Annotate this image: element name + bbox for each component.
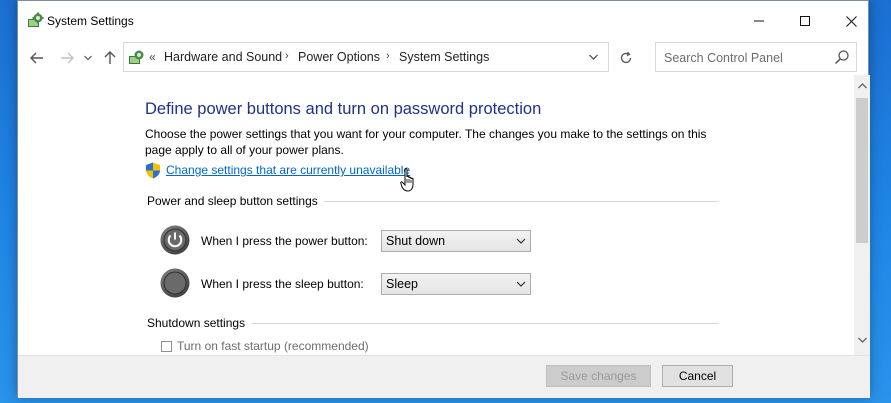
up-arrow-icon — [104, 51, 116, 64]
scroll-down-button[interactable] — [854, 333, 870, 347]
breadcrumb-system-settings[interactable]: System Settings — [399, 50, 489, 64]
maximize-button[interactable] — [782, 1, 828, 41]
scroll-down-arrow-icon — [857, 337, 867, 343]
fast-startup-label: Turn on fast startup (recommended) — [177, 339, 369, 353]
search-box[interactable] — [655, 42, 857, 72]
close-icon — [845, 15, 857, 27]
search-input[interactable] — [662, 48, 831, 68]
breadcrumb-power-options[interactable]: Power Options — [298, 50, 380, 64]
maximize-icon — [800, 16, 810, 26]
vertical-scrollbar[interactable] — [854, 75, 870, 355]
back-button[interactable] — [28, 49, 46, 67]
navigation-bar: « Hardware and Sound › Power Options › S… — [18, 41, 868, 75]
power-sleep-section-title: Power and sleep button settings — [147, 194, 318, 208]
back-arrow-icon — [30, 52, 43, 64]
main-content: Define power buttons and turn on passwor… — [18, 75, 854, 355]
window-title: System Settings — [47, 14, 134, 28]
title-bar[interactable]: System Settings — [18, 1, 868, 41]
control-panel-icon — [28, 12, 44, 27]
sleep-button-label: When I press the sleep button: — [201, 277, 364, 291]
shutdown-section-title: Shutdown settings — [147, 316, 246, 330]
change-unavailable-settings-link[interactable]: Change settings that are currently unava… — [166, 163, 410, 177]
forward-button[interactable] — [58, 49, 76, 67]
breadcrumb-overflow[interactable]: « — [149, 50, 156, 64]
hand-cursor-icon — [400, 168, 414, 192]
recent-locations-button[interactable] — [82, 49, 94, 67]
scroll-up-arrow-icon — [857, 83, 867, 89]
power-button-icon — [160, 225, 190, 255]
fast-startup-checkbox[interactable] — [161, 341, 172, 352]
chevron-down-icon — [516, 281, 526, 287]
section-divider — [324, 201, 719, 202]
cancel-button[interactable]: Cancel — [662, 365, 733, 387]
page-description: Choose the power settings that you want … — [145, 127, 707, 157]
close-button[interactable] — [828, 1, 874, 41]
address-dropdown-button[interactable] — [586, 49, 600, 65]
forward-arrow-icon — [61, 52, 74, 64]
refresh-button[interactable] — [615, 47, 637, 69]
power-button-action-value: Shut down — [386, 234, 446, 248]
footer-bar: Save changes Cancel — [18, 355, 870, 398]
section-divider — [252, 323, 719, 324]
scroll-up-button[interactable] — [854, 79, 870, 93]
search-icon[interactable] — [834, 49, 850, 65]
page-title: Define power buttons and turn on passwor… — [145, 100, 542, 118]
chevron-down-icon — [84, 55, 92, 61]
up-button[interactable] — [101, 49, 119, 67]
save-changes-button[interactable]: Save changes — [546, 365, 651, 387]
uac-shield-icon — [146, 162, 160, 179]
address-bar[interactable]: « Hardware and Sound › Power Options › S… — [123, 42, 609, 72]
system-settings-window: System Settings « Hardware and Sound › P… — [17, 0, 870, 398]
minimize-icon — [754, 20, 764, 22]
breadcrumb-hardware-and-sound[interactable]: Hardware and Sound — [164, 50, 282, 64]
sleep-button-action-value: Sleep — [386, 277, 418, 291]
minimize-button[interactable] — [736, 1, 782, 41]
breadcrumb-separator[interactable]: › — [285, 50, 289, 62]
power-button-label: When I press the power button: — [201, 234, 368, 248]
refresh-icon — [620, 51, 632, 64]
chevron-down-icon — [588, 54, 598, 60]
sleep-button-action-select[interactable]: Sleep — [381, 273, 531, 295]
sleep-button-icon — [160, 268, 190, 298]
chevron-down-icon — [516, 238, 526, 244]
scrollbar-thumb[interactable] — [856, 98, 868, 243]
control-panel-icon — [129, 50, 144, 64]
breadcrumb-separator[interactable]: › — [386, 50, 390, 62]
power-button-action-select[interactable]: Shut down — [381, 230, 531, 252]
